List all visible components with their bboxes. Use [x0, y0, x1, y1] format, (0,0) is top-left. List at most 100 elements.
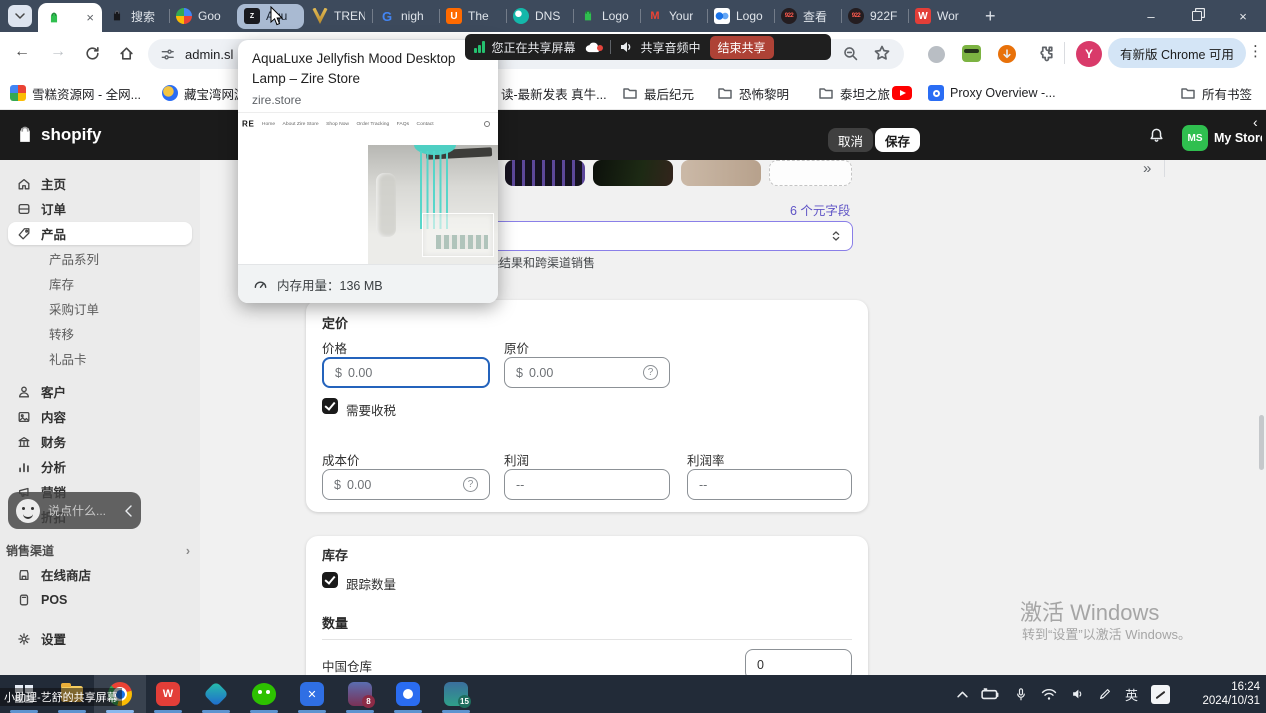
sidebar-item-analytics[interactable]: 分析	[8, 455, 192, 478]
back-icon[interactable]: ←	[14, 43, 30, 61]
bookmark-folder[interactable]: 泰坦之旅	[818, 83, 890, 103]
sidebar-item-pos[interactable]: POS	[8, 588, 192, 611]
volume-icon[interactable]	[1070, 687, 1085, 701]
sidebar-item-customers[interactable]: 客户	[8, 380, 192, 403]
notifications-bell-icon[interactable]	[1148, 127, 1165, 144]
browser-tab[interactable]: MYour	[640, 0, 707, 32]
browser-tab[interactable]: 922查看	[774, 0, 841, 32]
bookmark-folder[interactable]: 最后纪元	[622, 83, 694, 103]
sunglasses-extension-icon[interactable]	[962, 45, 981, 62]
profile-avatar[interactable]: Y	[1076, 41, 1102, 67]
pen-icon[interactable]	[1098, 687, 1112, 701]
battery-icon[interactable]	[981, 687, 1001, 701]
browser-tab[interactable]: UThe	[439, 0, 506, 32]
browser-tab[interactable]: 922922F	[841, 0, 908, 32]
share-chat-widget[interactable]: 说点什么...	[8, 492, 141, 529]
reload-icon[interactable]	[84, 45, 101, 62]
cost-input[interactable]: $ 0.00 ?	[322, 469, 490, 500]
home-icon[interactable]	[118, 45, 135, 62]
help-icon[interactable]: ?	[463, 477, 478, 492]
price-input[interactable]: $ 0.00	[322, 357, 490, 388]
tab-search-button[interactable]	[8, 5, 32, 27]
compare-price-input[interactable]: $ 0.00 ?	[504, 357, 670, 388]
sidebar-item-online-store[interactable]: 在线商店	[8, 563, 192, 586]
browser-tab[interactable]: TREN	[305, 0, 372, 32]
product-thumbnail[interactable]	[505, 160, 585, 186]
sidebar-item-transfers[interactable]: 转移	[8, 322, 192, 345]
bookmark-item[interactable]: 藏宝湾网游	[162, 83, 247, 103]
download-extension-icon[interactable]	[998, 45, 1016, 63]
product-thumbnail[interactable]	[681, 160, 761, 186]
wifi-icon[interactable]	[1041, 688, 1057, 701]
metafields-link[interactable]: 6 个元字段	[790, 200, 850, 219]
cancel-button[interactable]: 取消	[828, 128, 873, 152]
sidebar-item-content[interactable]: 内容	[8, 405, 192, 428]
sidebar-item-products[interactable]: 产品	[8, 222, 192, 245]
bookmark-item[interactable]: 雪糕资源网 - 全网...	[10, 83, 141, 103]
zoom-out-icon[interactable]	[842, 45, 859, 62]
window-minimize-button[interactable]: –	[1128, 0, 1174, 32]
browser-tab[interactable]: WWor	[908, 0, 975, 32]
browser-tab[interactable]: DNS	[506, 0, 573, 32]
extensions-puzzle-icon[interactable]	[1036, 44, 1054, 62]
tab-active[interactable]: ×	[38, 3, 102, 32]
touch-keyboard-icon[interactable]	[1151, 685, 1170, 704]
sidebar-item-settings[interactable]: 设置	[8, 627, 192, 650]
sidebar-item-home[interactable]: 主页	[8, 172, 192, 195]
collapse-left-icon[interactable]	[124, 505, 133, 517]
bookmark-all-folder[interactable]: 所有书签	[1180, 83, 1252, 103]
collapse-chevron-icon[interactable]: ‹	[1253, 114, 1258, 130]
app-badge-8-icon[interactable]: 8	[347, 681, 373, 707]
extension-circle-icon[interactable]	[928, 46, 945, 63]
sidebar-item-orders[interactable]: 订单	[8, 197, 192, 220]
blue-x-app-icon[interactable]: ✕	[299, 681, 325, 707]
chat-placeholder[interactable]: 说点什么...	[48, 502, 106, 519]
browser-tab[interactable]: Goo	[169, 0, 236, 32]
chrome-update-chip[interactable]: 有新版 Chrome 可用	[1108, 38, 1246, 68]
window-restore-button[interactable]	[1174, 0, 1220, 32]
help-icon[interactable]: ?	[643, 365, 658, 380]
ime-indicator[interactable]: 英	[1125, 685, 1138, 704]
microphone-icon[interactable]	[1014, 687, 1028, 702]
save-button[interactable]: 保存	[875, 128, 920, 152]
store-avatar[interactable]: MS	[1182, 125, 1208, 151]
tax-checkbox[interactable]	[322, 398, 338, 414]
wechat-icon[interactable]	[251, 681, 277, 707]
browser-tab[interactable]: Gnigh	[372, 0, 439, 32]
sidebar-item-gift-cards[interactable]: 礼品卡	[8, 347, 192, 370]
sidebar-item-collections[interactable]: 产品系列	[8, 247, 192, 270]
forward-icon[interactable]: →	[50, 43, 66, 61]
bookmark-star-icon[interactable]	[873, 44, 891, 62]
sidebar-item-inventory[interactable]: 库存	[8, 272, 192, 295]
product-thumbnail[interactable]	[593, 160, 673, 186]
app-badge-15-icon[interactable]: 15	[443, 681, 469, 707]
kebab-menu-icon[interactable]: ⋮	[1248, 42, 1263, 60]
store-name[interactable]: My Store	[1214, 131, 1262, 145]
sidebar-item-purchase-orders[interactable]: 采购订单	[8, 297, 192, 320]
sidebar-item-finance[interactable]: 财务	[8, 430, 192, 453]
tab-close-icon[interactable]: ×	[86, 11, 94, 24]
browser-tab[interactable]: Logo	[707, 0, 774, 32]
teal-app-icon[interactable]	[203, 681, 229, 707]
bookmark-item[interactable]: 读-最新发表 真牛...	[501, 83, 607, 103]
meeting-app-icon[interactable]	[395, 681, 421, 707]
bookmark-youtube[interactable]	[892, 83, 912, 103]
track-quantity-checkbox[interactable]	[322, 572, 338, 588]
wps-icon[interactable]: W	[155, 681, 181, 707]
bookmarks-overflow-icon[interactable]: »	[1143, 160, 1151, 177]
window-close-button[interactable]: ×	[1220, 0, 1266, 32]
new-tab-button[interactable]: +	[985, 6, 996, 27]
browser-tab[interactable]: 搜索	[102, 0, 169, 32]
taskbar-clock[interactable]: 16:24 2024/10/31	[1174, 680, 1260, 708]
scrollbar-thumb[interactable]	[1259, 415, 1264, 470]
tray-expand-icon[interactable]	[957, 691, 968, 698]
add-media-slot[interactable]	[769, 160, 852, 186]
stop-share-button[interactable]: 结束共享	[710, 36, 774, 59]
browser-tab[interactable]: Logo	[573, 0, 640, 32]
sales-channels-header[interactable]: 销售渠道 ›	[6, 542, 190, 559]
tune-icon[interactable]	[160, 47, 175, 62]
profit-input[interactable]: --	[504, 469, 670, 500]
cloud-recording-icon[interactable]	[583, 39, 603, 55]
bookmark-item[interactable]: Proxy Overview -...	[928, 83, 1056, 103]
margin-input[interactable]: --	[687, 469, 852, 500]
